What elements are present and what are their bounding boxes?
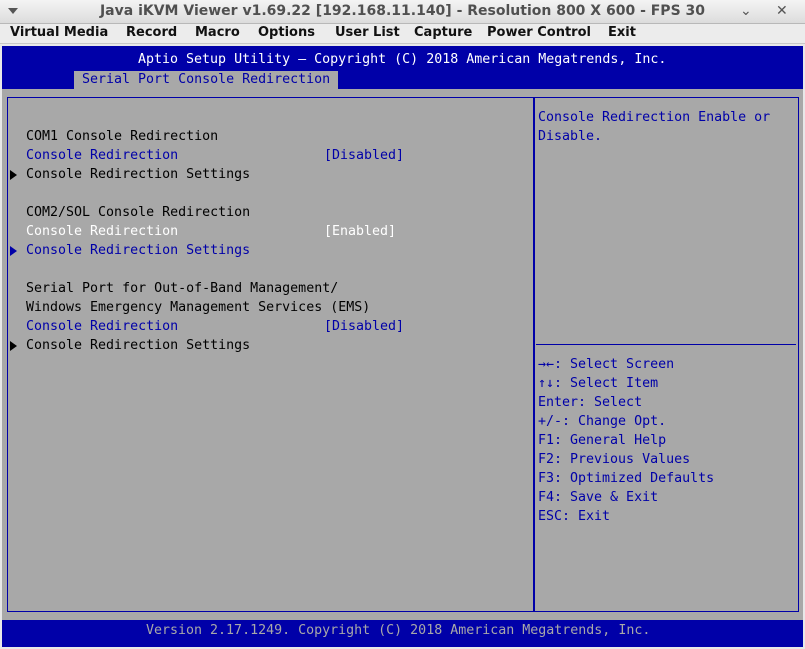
- com2-redirection-settings-submenu[interactable]: Console Redirection Settings: [26, 243, 250, 259]
- com1-console-redirection-value[interactable]: [Disabled]: [324, 148, 404, 164]
- key-legend-save-exit: F4: Save & Exit: [538, 490, 659, 505]
- ems-redirection-settings-submenu[interactable]: Console Redirection Settings: [26, 338, 250, 354]
- ems-console-redirection-label[interactable]: Console Redirection: [26, 319, 178, 335]
- section-heading-com2-sol: COM2/SOL Console Redirection: [26, 205, 251, 220]
- key-legend-general-help: F1: General Help: [538, 433, 667, 448]
- menu-exit[interactable]: Exit: [608, 25, 636, 40]
- key-legend-enter: Enter: Select: [538, 395, 643, 410]
- minimize-icon[interactable]: ⌄: [740, 3, 752, 19]
- close-icon[interactable]: ✕: [776, 3, 788, 19]
- key-legend-change-opt: +/-: Change Opt.: [538, 414, 667, 429]
- menu-bar: Virtual Media Record Macro Options User …: [0, 24, 805, 44]
- bios-screen[interactable]: Aptio Setup Utility – Copyright (C) 2018…: [2, 46, 803, 647]
- window-title: Java iKVM Viewer v1.69.22 [192.168.11.14…: [99, 3, 706, 19]
- com2-console-redirection-label[interactable]: Console Redirection: [26, 224, 178, 240]
- help-text-line2: Disable.: [538, 129, 603, 144]
- com1-redirection-settings-submenu[interactable]: Console Redirection Settings: [26, 167, 250, 183]
- com2-console-redirection-value[interactable]: [Enabled]: [324, 224, 396, 240]
- submenu-arrow-icon: [10, 246, 17, 256]
- section-heading-ems-line2: Windows Emergency Management Services (E…: [26, 300, 371, 315]
- menu-macro[interactable]: Macro: [195, 25, 240, 40]
- key-legend-previous-values: F2: Previous Values: [538, 452, 691, 467]
- submenu-arrow-icon: [10, 170, 17, 180]
- window-title-bar[interactable]: Java iKVM Viewer v1.69.22 [192.168.11.14…: [0, 0, 805, 24]
- section-heading-ems-line1: Serial Port for Out-of-Band Management/: [26, 281, 339, 296]
- key-legend-optimized-defaults: F3: Optimized Defaults: [538, 471, 715, 486]
- key-legend-esc-exit: ESC: Exit: [538, 509, 611, 524]
- key-legend-select-item: ↑↓: Select Item: [538, 376, 659, 391]
- submenu-arrow-icon: [10, 341, 17, 351]
- ems-console-redirection-value[interactable]: [Disabled]: [324, 319, 404, 335]
- menu-record[interactable]: Record: [126, 25, 177, 40]
- help-divider: [536, 344, 796, 345]
- help-text-line1: Console Redirection Enable or: [538, 110, 771, 125]
- bios-header-title: Aptio Setup Utility – Copyright (C) 2018…: [138, 52, 667, 67]
- menu-user-list[interactable]: User List: [335, 25, 400, 40]
- bios-footer-version: Version 2.17.1249. Copyright (C) 2018 Am…: [146, 623, 651, 638]
- menu-options[interactable]: Options: [258, 25, 315, 40]
- com1-console-redirection-label[interactable]: Console Redirection: [26, 148, 178, 164]
- tab-label: Serial Port Console Redirection: [82, 72, 331, 87]
- key-legend-select-screen: →←: Select Screen: [538, 357, 675, 372]
- help-panel: [533, 97, 799, 612]
- menu-capture[interactable]: Capture: [414, 25, 472, 40]
- menu-power-control[interactable]: Power Control: [487, 25, 591, 40]
- section-heading-com1: COM1 Console Redirection: [26, 129, 219, 144]
- menu-virtual-media[interactable]: Virtual Media: [10, 25, 108, 40]
